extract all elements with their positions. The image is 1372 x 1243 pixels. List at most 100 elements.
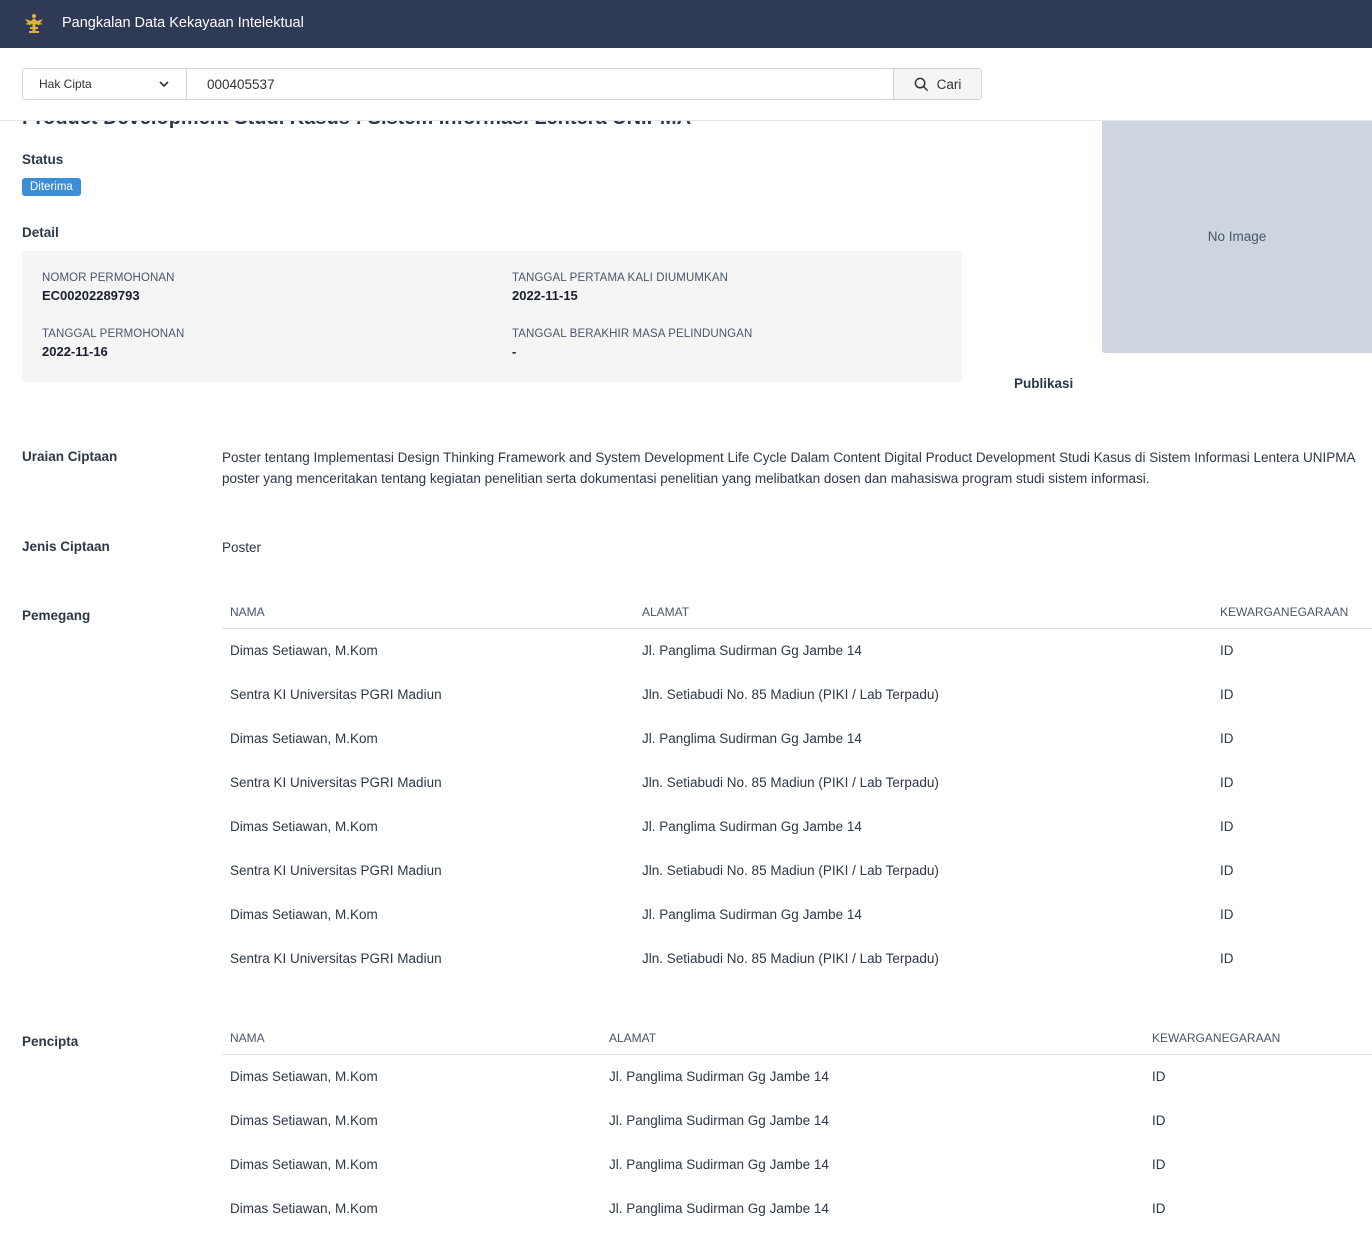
pencipta-table: NAMA ALAMAT KEWARGANEGARAAN Dimas Setiaw… [222,1026,1372,1231]
cell-alamat: Jl. Panglima Sudirman Gg Jambe 14 [609,1201,829,1216]
cell-nama: Dimas Setiawan, M.Kom [230,1113,378,1128]
cell-kewarganegaraan: ID [1220,643,1234,658]
table-row: Sentra KI Universitas PGRI Madiun Jln. Se… [222,849,1372,893]
table-header: NAMA ALAMAT KEWARGANEGARAAN [222,600,1372,629]
table-row: Sentra KI Universitas PGRI Madiun Jln. Se… [222,673,1372,717]
tanggal-diumumkan-value: 2022-11-15 [512,288,578,303]
search-icon [914,77,928,91]
uraian-line-1: Poster tentang Implementasi Design Think… [222,450,1356,465]
table-row: Sentra KI Universitas PGRI Madiun Jln. Se… [222,937,1372,981]
cell-nama: Dimas Setiawan, M.Kom [230,643,378,658]
cell-alamat: Jln. Setiabudi No. 85 Madiun (PIKI / Lab… [642,687,939,702]
app-title[interactable]: Pangkalan Data Kekayaan Intelektual [62,15,304,31]
pemegang-table: NAMA ALAMAT KEWARGANEGARAAN Dimas Setiaw… [222,600,1372,981]
cell-nama: Dimas Setiawan, M.Kom [230,1069,378,1084]
nomor-permohonan-label: NOMOR PERMOHONAN [42,272,175,284]
cell-alamat: Jln. Setiabudi No. 85 Madiun (PIKI / Lab… [642,863,939,878]
cell-kewarganegaraan: ID [1152,1201,1166,1216]
cell-kewarganegaraan: ID [1220,731,1234,746]
cell-kewarganegaraan: ID [1152,1113,1166,1128]
uraian-text: Poster tentang Implementasi Design Think… [222,447,1356,489]
column-header-alamat: ALAMAT [609,1031,657,1045]
jenis-value: Poster [222,540,262,555]
table-row: Dimas Setiawan, M.Kom Jl. Panglima Sudirm… [222,1187,1372,1231]
search-input[interactable] [187,69,893,99]
table-row: Dimas Setiawan, M.Kom Jl. Panglima Sudirm… [222,1143,1372,1187]
search-type-select[interactable]: Hak Cipta [23,69,187,99]
column-header-nama: NAMA [230,1031,265,1045]
cell-nama: Dimas Setiawan, M.Kom [230,819,378,834]
search-type-label: Hak Cipta [39,77,92,91]
table-row: Dimas Setiawan, M.Kom Jl. Panglima Sudirm… [222,1099,1372,1143]
table-row: Dimas Setiawan, M.Kom Jl. Panglima Sudirm… [222,805,1372,849]
cell-nama: Sentra KI Universitas PGRI Madiun [230,687,442,702]
table-body: Dimas Setiawan, M.Kom Jl. Panglima Sudirm… [222,1055,1372,1231]
cell-kewarganegaraan: ID [1220,951,1234,966]
tanggal-berakhir-label: TANGGAL BERAKHIR MASA PELINDUNGAN [512,328,753,340]
tanggal-berakhir-field: TANGGAL BERAKHIR MASA PELINDUNGAN - [512,328,752,359]
status-badge: Diterima [22,178,81,196]
table-row: Dimas Setiawan, M.Kom Jl. Panglima Sudirm… [222,893,1372,937]
chevron-down-icon [159,81,169,88]
tanggal-permohonan-value: 2022-11-16 [42,344,108,359]
column-header-alamat: ALAMAT [642,605,690,619]
search-button-label: Cari [936,76,962,92]
cell-kewarganegaraan: ID [1220,819,1234,834]
cell-alamat: Jl. Panglima Sudirman Gg Jambe 14 [609,1069,829,1084]
status-label: Status [22,152,64,167]
cell-nama: Sentra KI Universitas PGRI Madiun [230,775,442,790]
cell-nama: Dimas Setiawan, M.Kom [230,731,378,746]
cell-alamat: Jln. Setiabudi No. 85 Madiun (PIKI / Lab… [642,951,939,966]
cell-nama: Dimas Setiawan, M.Kom [230,1157,378,1172]
uraian-label: Uraian Ciptaan [22,449,118,464]
top-navbar: Pangkalan Data Kekayaan Intelektual [0,0,1372,48]
cell-alamat: Jl. Panglima Sudirman Gg Jambe 14 [642,907,862,922]
search-button[interactable]: Cari [893,69,981,99]
table-row: Dimas Setiawan, M.Kom Jl. Panglima Sudirm… [222,629,1372,673]
uraian-line-2: poster yang menceritakan tentang kegiata… [222,471,1150,486]
cell-nama: Sentra KI Universitas PGRI Madiun [230,951,442,966]
cell-nama: Sentra KI Universitas PGRI Madiun [230,863,442,878]
table-row: Dimas Setiawan, M.Kom Jl. Panglima Sudirm… [222,717,1372,761]
table-row: Sentra KI Universitas PGRI Madiun Jln. Se… [222,761,1372,805]
cell-kewarganegaraan: ID [1152,1157,1166,1172]
tanggal-berakhir-value: - [512,344,517,359]
cell-kewarganegaraan: ID [1220,863,1234,878]
cell-alamat: Jl. Panglima Sudirman Gg Jambe 14 [609,1157,829,1172]
garuda-emblem-icon[interactable] [22,12,46,36]
column-header-kewarganegaraan: KEWARGANEGARAAN [1220,605,1349,619]
record-content: Product Development Studi Kasus : Sistem… [0,121,1372,1243]
cell-kewarganegaraan: ID [1220,907,1234,922]
pencipta-label: Pencipta [22,1034,79,1049]
table-row: Dimas Setiawan, M.Kom Jl. Panglima Sudirm… [222,1055,1372,1099]
cell-alamat: Jln. Setiabudi No. 85 Madiun (PIKI / Lab… [642,775,939,790]
jenis-label: Jenis Ciptaan [22,539,110,554]
tanggal-diumumkan-field: TANGGAL PERTAMA KALI DIUMUMKAN 2022-11-1… [512,272,728,303]
detail-panel: NOMOR PERMOHONAN EC00202289793 TANGGAL P… [22,251,962,382]
tanggal-diumumkan-label: TANGGAL PERTAMA KALI DIUMUMKAN [512,272,729,284]
cell-alamat: Jl. Panglima Sudirman Gg Jambe 14 [642,819,862,834]
tanggal-permohonan-field: TANGGAL PERMOHONAN 2022-11-16 [42,328,184,359]
publikasi-label: Publikasi [1014,376,1074,391]
cell-alamat: Jl. Panglima Sudirman Gg Jambe 14 [642,643,862,658]
no-image-text: No Image [1207,229,1267,244]
record-title: Product Development Studi Kasus : Sistem… [22,121,691,130]
pemegang-label: Pemegang [22,608,91,623]
cell-kewarganegaraan: ID [1220,775,1234,790]
nomor-permohonan-value: EC00202289793 [42,288,140,303]
search-bar: Hak Cipta Cari [22,68,982,100]
image-placeholder: No Image [1102,121,1372,353]
cell-nama: Dimas Setiawan, M.Kom [230,1201,378,1216]
table-body: Dimas Setiawan, M.Kom Jl. Panglima Sudirm… [222,629,1372,981]
cell-kewarganegaraan: ID [1220,687,1234,702]
table-header: NAMA ALAMAT KEWARGANEGARAAN [222,1026,1372,1055]
cell-alamat: Jl. Panglima Sudirman Gg Jambe 14 [642,731,862,746]
cell-nama: Dimas Setiawan, M.Kom [230,907,378,922]
column-header-nama: NAMA [230,605,265,619]
detail-label: Detail [22,225,59,240]
cell-alamat: Jl. Panglima Sudirman Gg Jambe 14 [609,1113,829,1128]
column-header-kewarganegaraan: KEWARGANEGARAAN [1152,1031,1281,1045]
tanggal-permohonan-label: TANGGAL PERMOHONAN [42,328,185,340]
nomor-permohonan-field: NOMOR PERMOHONAN EC00202289793 [42,272,175,303]
cell-kewarganegaraan: ID [1152,1069,1166,1084]
